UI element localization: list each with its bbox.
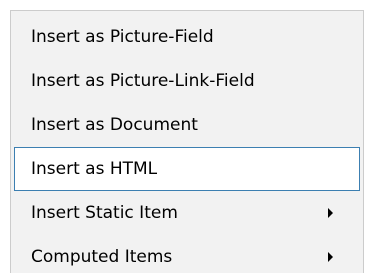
- context-menu: Insert as Picture-Field Insert as Pictur…: [10, 10, 364, 273]
- menu-item-label: Computed Items: [31, 247, 173, 267]
- chevron-right-icon: [328, 208, 333, 218]
- menu-item-insert-as-html[interactable]: Insert as HTML: [14, 147, 360, 191]
- menu-item-insert-static-item[interactable]: Insert Static Item: [14, 191, 360, 235]
- menu-item-label: Insert Static Item: [31, 203, 178, 223]
- menu-item-insert-as-picture-link-field[interactable]: Insert as Picture-Link-Field: [14, 59, 360, 103]
- menu-item-computed-items[interactable]: Computed Items: [14, 235, 360, 279]
- menu-item-label: Insert as HTML: [31, 159, 158, 179]
- menu-item-label: Insert as Picture-Field: [31, 27, 214, 47]
- menu-item-label: Insert as Document: [31, 115, 198, 135]
- menu-item-insert-as-picture-field[interactable]: Insert as Picture-Field: [14, 15, 360, 59]
- menu-item-label: Insert as Picture-Link-Field: [31, 71, 255, 91]
- menu-item-insert-as-document[interactable]: Insert as Document: [14, 103, 360, 147]
- chevron-right-icon: [328, 252, 333, 262]
